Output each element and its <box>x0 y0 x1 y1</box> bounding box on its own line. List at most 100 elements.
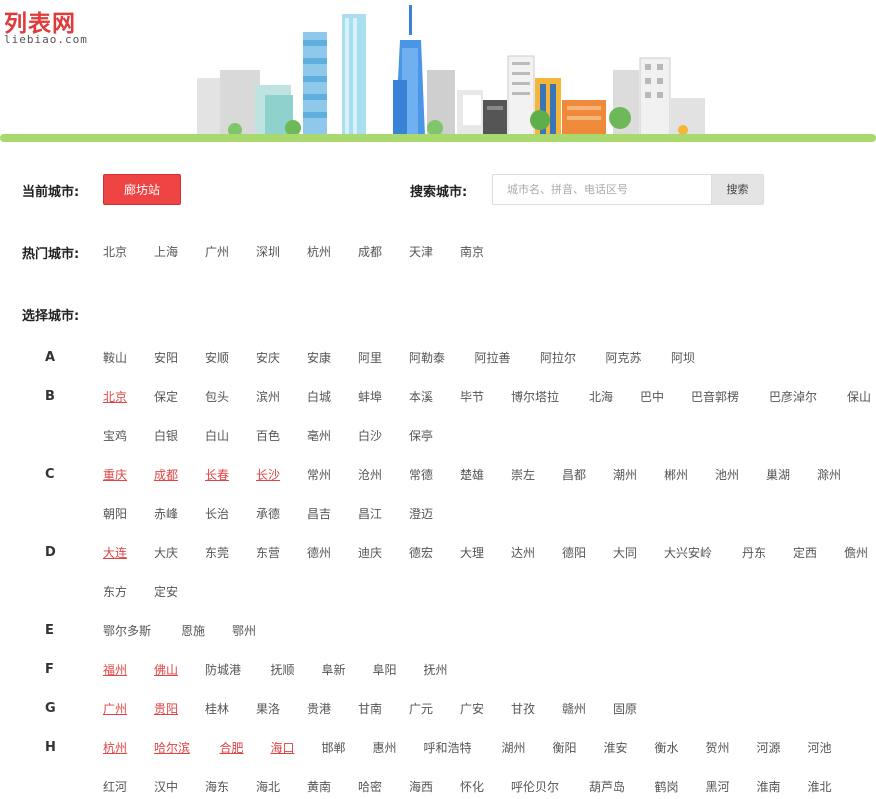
city-link[interactable]: 德宏 <box>409 544 433 561</box>
city-link[interactable]: 北海 <box>589 388 613 405</box>
city-link[interactable]: 大连 <box>103 544 127 561</box>
hot-city-link[interactable]: 上海 <box>154 243 178 260</box>
city-link[interactable]: 巴音郭楞 <box>691 388 739 405</box>
city-link[interactable]: 哈密 <box>358 778 382 795</box>
city-link[interactable]: 昌江 <box>358 505 382 522</box>
city-link[interactable]: 潮州 <box>613 466 637 483</box>
city-link[interactable]: 白山 <box>205 427 229 444</box>
city-link[interactable]: 阿拉尔 <box>540 349 576 366</box>
city-link[interactable]: 淮南 <box>757 778 781 795</box>
hot-city-link[interactable]: 杭州 <box>307 243 331 260</box>
city-link[interactable]: 重庆 <box>103 466 127 483</box>
city-link[interactable]: 赤峰 <box>154 505 178 522</box>
city-link[interactable]: 长沙 <box>256 466 280 483</box>
city-link[interactable]: 果洛 <box>256 700 280 717</box>
city-link[interactable]: 邯郸 <box>322 739 346 756</box>
city-link[interactable]: 阿克苏 <box>606 349 642 366</box>
city-link[interactable]: 迪庆 <box>358 544 382 561</box>
city-link[interactable]: 广元 <box>409 700 433 717</box>
city-link[interactable]: 衡阳 <box>553 739 577 756</box>
city-link[interactable]: 鞍山 <box>103 349 127 366</box>
city-link[interactable]: 常州 <box>307 466 331 483</box>
city-link[interactable]: 德州 <box>307 544 331 561</box>
city-link[interactable]: 保定 <box>154 388 178 405</box>
city-link[interactable]: 巴中 <box>640 388 664 405</box>
city-link[interactable]: 德阳 <box>562 544 586 561</box>
city-link[interactable]: 合肥 <box>220 739 244 756</box>
city-link[interactable]: 湖州 <box>502 739 526 756</box>
city-link[interactable]: 鄂州 <box>232 622 256 639</box>
city-link[interactable]: 桂林 <box>205 700 229 717</box>
city-link[interactable]: 海北 <box>256 778 280 795</box>
city-link[interactable]: 汉中 <box>154 778 178 795</box>
city-link[interactable]: 长春 <box>205 466 229 483</box>
city-link[interactable]: 崇左 <box>511 466 535 483</box>
city-search-input[interactable] <box>492 174 711 205</box>
hot-city-link[interactable]: 深圳 <box>256 243 280 260</box>
city-link[interactable]: 淮安 <box>604 739 628 756</box>
hot-city-link[interactable]: 成都 <box>358 243 382 260</box>
city-link[interactable]: 大理 <box>460 544 484 561</box>
city-link[interactable]: 贺州 <box>706 739 730 756</box>
hot-city-link[interactable]: 南京 <box>460 243 484 260</box>
city-link[interactable]: 安康 <box>307 349 331 366</box>
city-link[interactable]: 广州 <box>103 700 127 717</box>
city-link[interactable]: 丹东 <box>742 544 766 561</box>
hot-city-link[interactable]: 广州 <box>205 243 229 260</box>
city-link[interactable]: 博尔塔拉 <box>511 388 559 405</box>
city-link[interactable]: 白城 <box>307 388 331 405</box>
city-link[interactable]: 东方 <box>103 583 127 600</box>
city-link[interactable]: 安阳 <box>154 349 178 366</box>
city-link[interactable]: 郴州 <box>664 466 688 483</box>
city-link[interactable]: 保亭 <box>409 427 433 444</box>
search-button[interactable]: 搜索 <box>711 174 764 205</box>
city-link[interactable]: 楚雄 <box>460 466 484 483</box>
city-link[interactable]: 鄂尔多斯 <box>103 622 151 639</box>
city-link[interactable]: 朝阳 <box>103 505 127 522</box>
city-link[interactable]: 东莞 <box>205 544 229 561</box>
city-link[interactable]: 长治 <box>205 505 229 522</box>
city-link[interactable]: 定西 <box>793 544 817 561</box>
city-link[interactable]: 黑河 <box>706 778 730 795</box>
city-link[interactable]: 葫芦岛 <box>589 778 625 795</box>
city-link[interactable]: 海东 <box>205 778 229 795</box>
city-link[interactable]: 亳州 <box>307 427 331 444</box>
city-link[interactable]: 赣州 <box>562 700 586 717</box>
city-link[interactable]: 白银 <box>154 427 178 444</box>
city-link[interactable]: 佛山 <box>154 661 178 678</box>
hot-city-link[interactable]: 天津 <box>409 243 433 260</box>
hot-city-link[interactable]: 北京 <box>103 243 127 260</box>
city-link[interactable]: 固原 <box>613 700 637 717</box>
city-link[interactable]: 呼和浩特 <box>424 739 472 756</box>
city-link[interactable]: 滨州 <box>256 388 280 405</box>
city-link[interactable]: 抚顺 <box>271 661 295 678</box>
city-link[interactable]: 东营 <box>256 544 280 561</box>
city-link[interactable]: 阜新 <box>322 661 346 678</box>
city-link[interactable]: 蚌埠 <box>358 388 382 405</box>
city-link[interactable]: 保山 <box>847 388 871 405</box>
city-link[interactable]: 大同 <box>613 544 637 561</box>
city-link[interactable]: 大庆 <box>154 544 178 561</box>
city-link[interactable]: 杭州 <box>103 739 127 756</box>
city-link[interactable]: 河池 <box>808 739 832 756</box>
city-link[interactable]: 安庆 <box>256 349 280 366</box>
city-link[interactable]: 昌吉 <box>307 505 331 522</box>
city-link[interactable]: 百色 <box>256 427 280 444</box>
city-link[interactable]: 海口 <box>271 739 295 756</box>
city-link[interactable]: 呼伦贝尔 <box>511 778 559 795</box>
city-link[interactable]: 北京 <box>103 388 127 405</box>
city-link[interactable]: 阿坝 <box>671 349 695 366</box>
city-link[interactable]: 滁州 <box>817 466 841 483</box>
city-link[interactable]: 恩施 <box>181 622 205 639</box>
city-link[interactable]: 河源 <box>757 739 781 756</box>
city-link[interactable]: 福州 <box>103 661 127 678</box>
city-link[interactable]: 巴彦淖尔 <box>769 388 817 405</box>
city-link[interactable]: 包头 <box>205 388 229 405</box>
city-link[interactable]: 黄南 <box>307 778 331 795</box>
city-link[interactable]: 宝鸡 <box>103 427 127 444</box>
city-link[interactable]: 阿拉善 <box>475 349 511 366</box>
city-link[interactable]: 阿里 <box>358 349 382 366</box>
city-link[interactable]: 白沙 <box>358 427 382 444</box>
city-link[interactable]: 惠州 <box>373 739 397 756</box>
city-link[interactable]: 池州 <box>715 466 739 483</box>
